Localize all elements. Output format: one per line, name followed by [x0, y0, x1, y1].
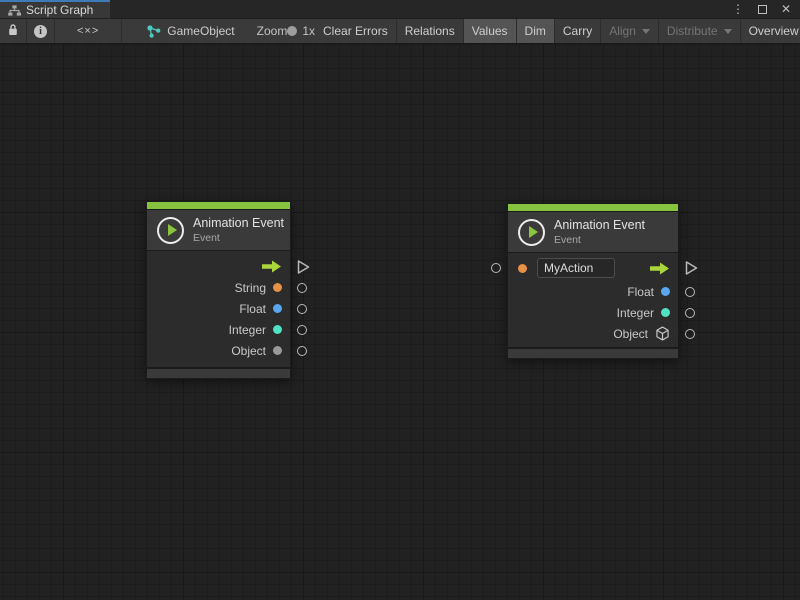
integer-type-dot: [661, 308, 670, 317]
output-row-object: Object: [147, 340, 290, 361]
close-icon[interactable]: ✕: [781, 3, 791, 15]
chevron-down-icon: [724, 29, 732, 34]
zoom-slider-handle[interactable]: [287, 26, 297, 36]
node-body: String Float Integer Object: [147, 251, 290, 367]
output-row-object: Object: [508, 323, 678, 344]
info-button[interactable]: i: [27, 19, 55, 43]
name-input-port[interactable]: [491, 263, 501, 273]
zoom-value: 1x: [302, 24, 315, 38]
float-type-dot: [661, 287, 670, 296]
toolbar-button-group: Clear Errors Relations Values Dim Carry …: [315, 19, 800, 43]
chevron-down-icon: [642, 29, 650, 34]
float-type-dot: [273, 304, 282, 313]
output-row-integer: Integer: [508, 302, 678, 323]
graph-reference-label: GameObject: [167, 24, 234, 38]
clear-errors-button[interactable]: Clear Errors: [315, 19, 397, 43]
node-color-bar: [147, 202, 290, 209]
node-header[interactable]: Animation Event Event: [508, 212, 678, 252]
gameobject-icon: [147, 25, 161, 38]
event-play-icon: [518, 219, 545, 246]
output-row-float: Float: [147, 298, 290, 319]
tab-script-graph[interactable]: Script Graph: [0, 0, 110, 18]
event-name-input[interactable]: [537, 258, 615, 278]
event-play-icon: [157, 217, 184, 244]
object-type-dot: [273, 346, 282, 355]
lock-icon: [7, 23, 19, 39]
node-animation-event-1[interactable]: Animation Event Event String: [146, 201, 291, 379]
output-row-float: Float: [508, 281, 678, 302]
lock-button[interactable]: [0, 19, 27, 43]
float-output-port[interactable]: [685, 287, 695, 297]
node-title: Animation Event: [193, 216, 284, 230]
tab-title: Script Graph: [26, 3, 93, 17]
info-icon: i: [34, 25, 47, 38]
flow-output-port[interactable]: [297, 259, 310, 274]
object-cube-icon: [655, 326, 670, 341]
string-type-dot: [273, 283, 282, 292]
node-header[interactable]: Animation Event Event: [147, 210, 290, 250]
node-title: Animation Event: [554, 218, 645, 232]
output-row-string: String: [147, 277, 290, 298]
flow-arrow-icon: [650, 262, 670, 275]
event-name-row: [508, 255, 678, 281]
float-output-port[interactable]: [297, 304, 307, 314]
graph-hierarchy-icon: [8, 5, 21, 16]
tab-bar: Script Graph ⋮ ✕: [0, 0, 800, 19]
node-color-bar: [508, 204, 678, 211]
node-footer: [508, 349, 678, 358]
graph-toolbar: i <×> GameObject Zoom 1x Clear Errors Re…: [0, 19, 800, 44]
node-footer: [147, 369, 290, 378]
dim-button[interactable]: Dim: [517, 19, 555, 43]
node-subtitle: Event: [554, 234, 645, 246]
distribute-dropdown[interactable]: Distribute: [659, 19, 741, 43]
output-row-integer: Integer: [147, 319, 290, 340]
graph-reference[interactable]: GameObject: [147, 19, 234, 43]
fit-graph-icon: <×>: [63, 25, 113, 37]
object-output-port[interactable]: [685, 329, 695, 339]
flow-output-row: [147, 256, 290, 277]
integer-type-dot: [273, 325, 282, 334]
flow-output-port[interactable]: [685, 261, 698, 276]
maximize-icon[interactable]: [758, 5, 767, 14]
node-subtitle: Event: [193, 232, 284, 244]
carry-button[interactable]: Carry: [555, 19, 601, 43]
string-output-port[interactable]: [297, 283, 307, 293]
relations-button[interactable]: Relations: [397, 19, 464, 43]
object-output-port[interactable]: [297, 346, 307, 356]
graph-canvas[interactable]: Animation Event Event String: [0, 44, 800, 600]
fit-graph-button[interactable]: <×>: [55, 19, 122, 43]
node-body: Float Integer Object: [508, 253, 678, 347]
flow-arrow-icon: [262, 260, 282, 273]
overview-button[interactable]: Overview: [741, 19, 800, 43]
integer-output-port[interactable]: [685, 308, 695, 318]
window-controls: ⋮ ✕: [732, 0, 800, 18]
values-button[interactable]: Values: [464, 19, 517, 43]
zoom-label: Zoom: [257, 24, 288, 38]
integer-output-port[interactable]: [297, 325, 307, 335]
string-type-dot: [518, 264, 527, 273]
node-animation-event-2[interactable]: Animation Event Event Float: [507, 203, 679, 359]
menu-dots-icon[interactable]: ⋮: [732, 3, 744, 15]
align-dropdown[interactable]: Align: [601, 19, 659, 43]
script-graph-window: { "tab": { "title": "Script Graph" }, "w…: [0, 0, 800, 600]
